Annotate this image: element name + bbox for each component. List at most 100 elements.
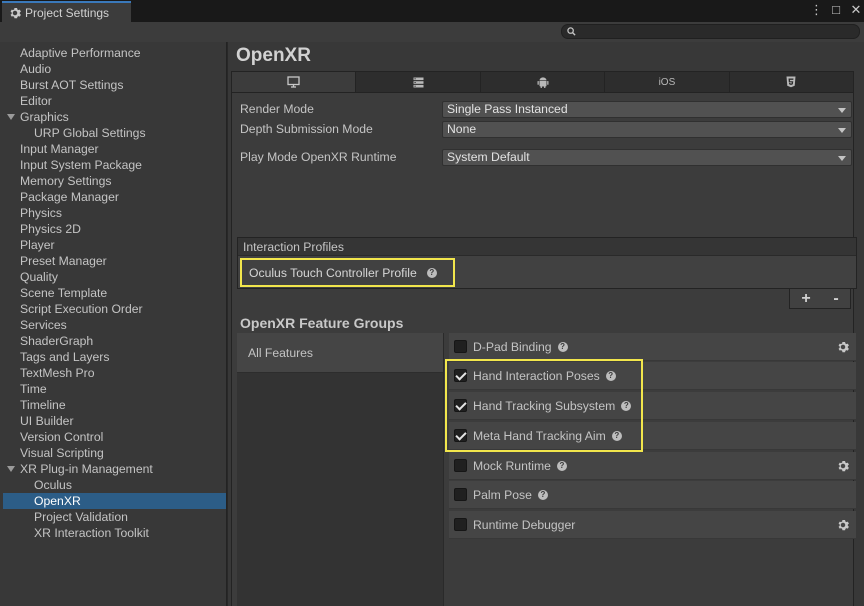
gear-icon[interactable] <box>837 460 849 472</box>
openxr-settings-box: Render Mode Single Pass Instanced Depth … <box>231 93 857 606</box>
play-mode-runtime-label: Play Mode OpenXR Runtime <box>240 150 397 164</box>
depth-submission-dropdown[interactable]: None <box>442 120 852 138</box>
sidebar-item-ui-builder[interactable]: UI Builder <box>0 413 226 429</box>
gear-icon <box>10 7 21 18</box>
interaction-profile-item[interactable]: Oculus Touch Controller Profile ? <box>240 258 455 287</box>
page-title: OpenXR <box>236 45 311 66</box>
depth-submission-row: Depth Submission Mode None <box>240 120 852 138</box>
depth-submission-label: Depth Submission Mode <box>240 122 373 136</box>
sidebar-item-xr-interaction-toolkit[interactable]: XR Interaction Toolkit <box>0 525 226 541</box>
sidebar-item-editor[interactable]: Editor <box>0 93 226 109</box>
render-mode-label: Render Mode <box>240 102 314 116</box>
feature-name: D-Pad Binding <box>473 339 552 354</box>
add-profile-button[interactable]: + <box>801 290 810 308</box>
sidebar-item-script-execution-order[interactable]: Script Execution Order <box>0 301 226 317</box>
settings-category-list: Adaptive Performance Audio Burst AOT Set… <box>0 42 226 541</box>
sidebar-item-tags-and-layers[interactable]: Tags and Layers <box>0 349 226 365</box>
maximize-icon[interactable]: □ <box>830 2 842 18</box>
sidebar-item-scene-template[interactable]: Scene Template <box>0 285 226 301</box>
profile-add-remove-buttons: + - <box>789 289 851 309</box>
feature-group-all-features[interactable]: All Features <box>237 333 443 373</box>
settings-sidebar: Adaptive Performance Audio Burst AOT Set… <box>0 42 227 606</box>
sidebar-item-adaptive-performance[interactable]: Adaptive Performance <box>0 45 226 61</box>
chevron-down-icon <box>838 155 846 161</box>
title-bar: Project Settings ⋮ □ ✕ <box>0 0 864 22</box>
feature-row-palm-pose: Palm Pose ? <box>449 481 856 509</box>
gear-icon[interactable] <box>837 341 849 353</box>
sidebar-item-project-validation[interactable]: Project Validation <box>0 509 226 525</box>
sidebar-item-quality[interactable]: Quality <box>0 269 226 285</box>
sidebar-item-memory-settings[interactable]: Memory Settings <box>0 173 226 189</box>
search-input[interactable] <box>561 24 860 39</box>
feature-name: Palm Pose <box>473 487 532 502</box>
render-mode-dropdown[interactable]: Single Pass Instanced <box>442 100 852 118</box>
render-mode-value: Single Pass Instanced <box>447 101 568 116</box>
desktop-icon <box>287 76 300 88</box>
feature-groups-title: OpenXR Feature Groups <box>240 315 404 331</box>
interaction-profile-label: Oculus Touch Controller Profile <box>249 265 417 280</box>
platform-tabs: iOS <box>231 71 854 93</box>
help-icon[interactable]: ? <box>426 267 437 278</box>
sidebar-item-shadergraph[interactable]: ShaderGraph <box>0 333 226 349</box>
ios-icon: iOS <box>658 76 676 88</box>
feature-checkbox[interactable] <box>454 488 467 501</box>
sidebar-item-player[interactable]: Player <box>0 237 226 253</box>
chevron-down-icon <box>838 107 846 113</box>
sidebar-item-burst-aot-settings[interactable]: Burst AOT Settings <box>0 77 226 93</box>
remove-profile-button[interactable]: - <box>833 290 838 308</box>
sidebar-item-graphics[interactable]: Graphics <box>0 109 226 125</box>
sidebar-item-oculus[interactable]: Oculus <box>0 477 226 493</box>
sidebar-item-services[interactable]: Services <box>0 317 226 333</box>
tab-title: Project Settings <box>25 5 110 20</box>
interaction-profiles-header: Interaction Profiles <box>238 238 856 256</box>
sidebar-item-physics-2d[interactable]: Physics 2D <box>0 221 226 237</box>
html5-icon <box>786 76 796 88</box>
tab-ios[interactable]: iOS <box>605 72 730 92</box>
feature-checkbox[interactable] <box>454 459 467 472</box>
sidebar-item-textmesh-pro[interactable]: TextMesh Pro <box>0 365 226 381</box>
gear-icon[interactable] <box>837 519 849 531</box>
feature-checkbox[interactable] <box>454 518 467 531</box>
server-icon <box>413 77 424 87</box>
sidebar-item-input-system-package[interactable]: Input System Package <box>0 157 226 173</box>
tab-android[interactable] <box>481 72 606 92</box>
help-icon[interactable]: ? <box>557 341 568 352</box>
sidebar-item-label: Graphics <box>20 110 69 124</box>
sidebar-item-time[interactable]: Time <box>0 381 226 397</box>
project-settings-tab[interactable]: Project Settings <box>2 1 131 22</box>
sidebar-item-package-manager[interactable]: Package Manager <box>0 189 226 205</box>
help-icon[interactable]: ? <box>556 460 567 471</box>
help-icon[interactable]: ? <box>537 489 548 500</box>
feature-name: Mock Runtime <box>473 458 551 473</box>
more-menu-icon[interactable]: ⋮ <box>810 2 823 18</box>
close-icon[interactable]: ✕ <box>850 2 862 18</box>
tab-webgl[interactable] <box>730 72 853 92</box>
settings-main-panel: OpenXR iOS Render Mode Single Pass Insta… <box>228 42 864 606</box>
render-mode-row: Render Mode Single Pass Instanced <box>240 100 852 118</box>
tab-dedicated-server[interactable] <box>356 72 481 92</box>
feature-row-dpad-binding: D-Pad Binding ? <box>449 333 856 361</box>
sidebar-item-input-manager[interactable]: Input Manager <box>0 141 226 157</box>
sidebar-item-openxr[interactable]: OpenXR <box>3 493 226 509</box>
search-icon <box>567 27 576 36</box>
feature-row-mock-runtime: Mock Runtime ? <box>449 452 856 480</box>
play-mode-runtime-dropdown[interactable]: System Default <box>442 148 852 166</box>
sidebar-item-audio[interactable]: Audio <box>0 61 226 77</box>
sidebar-item-preset-manager[interactable]: Preset Manager <box>0 253 226 269</box>
sidebar-item-xr-plugin-management[interactable]: XR Plug-in Management <box>0 461 226 477</box>
depth-submission-value: None <box>447 121 477 136</box>
play-mode-runtime-row: Play Mode OpenXR Runtime System Default <box>240 148 852 166</box>
sidebar-item-version-control[interactable]: Version Control <box>0 429 226 445</box>
sidebar-item-visual-scripting[interactable]: Visual Scripting <box>0 445 226 461</box>
feature-row-runtime-debugger: Runtime Debugger <box>449 511 856 539</box>
sidebar-item-urp-global-settings[interactable]: URP Global Settings <box>0 125 226 141</box>
feature-checkbox[interactable] <box>454 340 467 353</box>
tab-standalone[interactable] <box>232 72 357 92</box>
sidebar-item-label: XR Plug-in Management <box>20 462 153 476</box>
play-mode-runtime-value: System Default <box>447 149 530 164</box>
foldout-arrow-icon[interactable] <box>7 466 15 472</box>
sidebar-item-physics[interactable]: Physics <box>0 205 226 221</box>
sidebar-item-timeline[interactable]: Timeline <box>0 397 226 413</box>
feature-groups-list: All Features <box>237 333 444 606</box>
foldout-arrow-icon[interactable] <box>7 114 15 120</box>
